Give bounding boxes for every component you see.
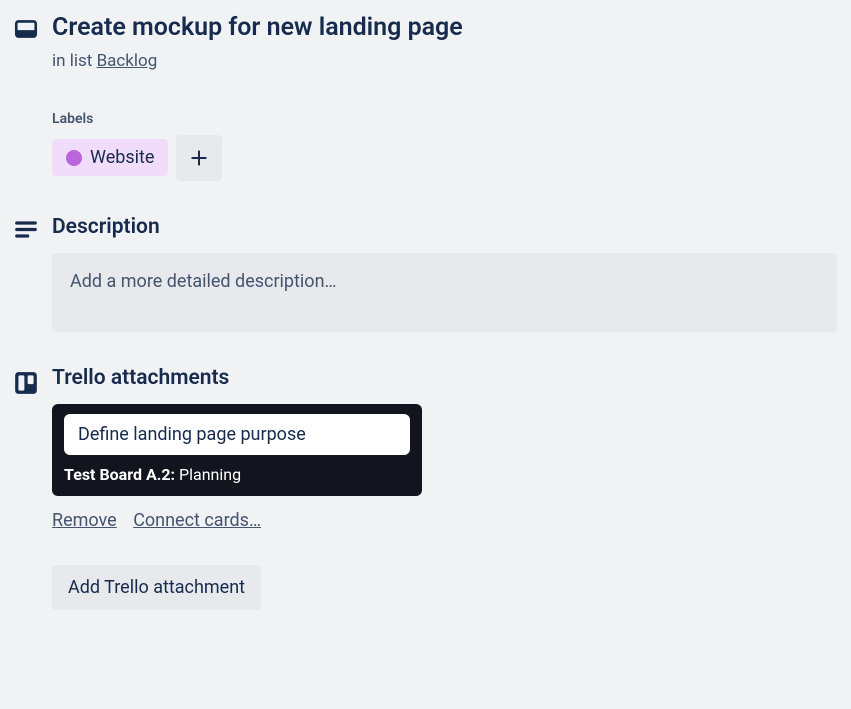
description-icon (13, 219, 39, 241)
label-chip-website[interactable]: Website (52, 139, 168, 176)
card-title[interactable]: Create mockup for new landing page (52, 12, 837, 45)
description-heading: Description (52, 215, 837, 239)
attached-board-name: Test Board A.2: (64, 465, 175, 484)
plus-icon (189, 148, 209, 168)
trello-attachments-heading: Trello attachments (52, 366, 837, 390)
add-trello-attachment-button[interactable]: Add Trello attachment (52, 565, 261, 610)
in-list-prefix: in list (52, 51, 97, 71)
trello-icon (13, 370, 39, 396)
attached-card-title: Define landing page purpose (64, 414, 410, 455)
attached-list-name: Planning (179, 465, 241, 484)
remove-attachment-link[interactable]: Remove (52, 510, 117, 531)
attached-card-meta: Test Board A.2: Planning (64, 465, 410, 484)
add-label-button[interactable] (176, 135, 222, 181)
label-color-dot (66, 150, 82, 166)
card-list-subline: in list Backlog (52, 51, 837, 71)
card-header-icon (13, 16, 39, 42)
list-link[interactable]: Backlog (97, 51, 158, 71)
connect-cards-link[interactable]: Connect cards… (133, 510, 261, 531)
trello-attachment-card[interactable]: Define landing page purpose Test Board A… (52, 404, 422, 496)
description-input[interactable]: Add a more detailed description… (52, 253, 837, 332)
label-name: Website (90, 147, 154, 168)
labels-heading: Labels (52, 111, 837, 127)
